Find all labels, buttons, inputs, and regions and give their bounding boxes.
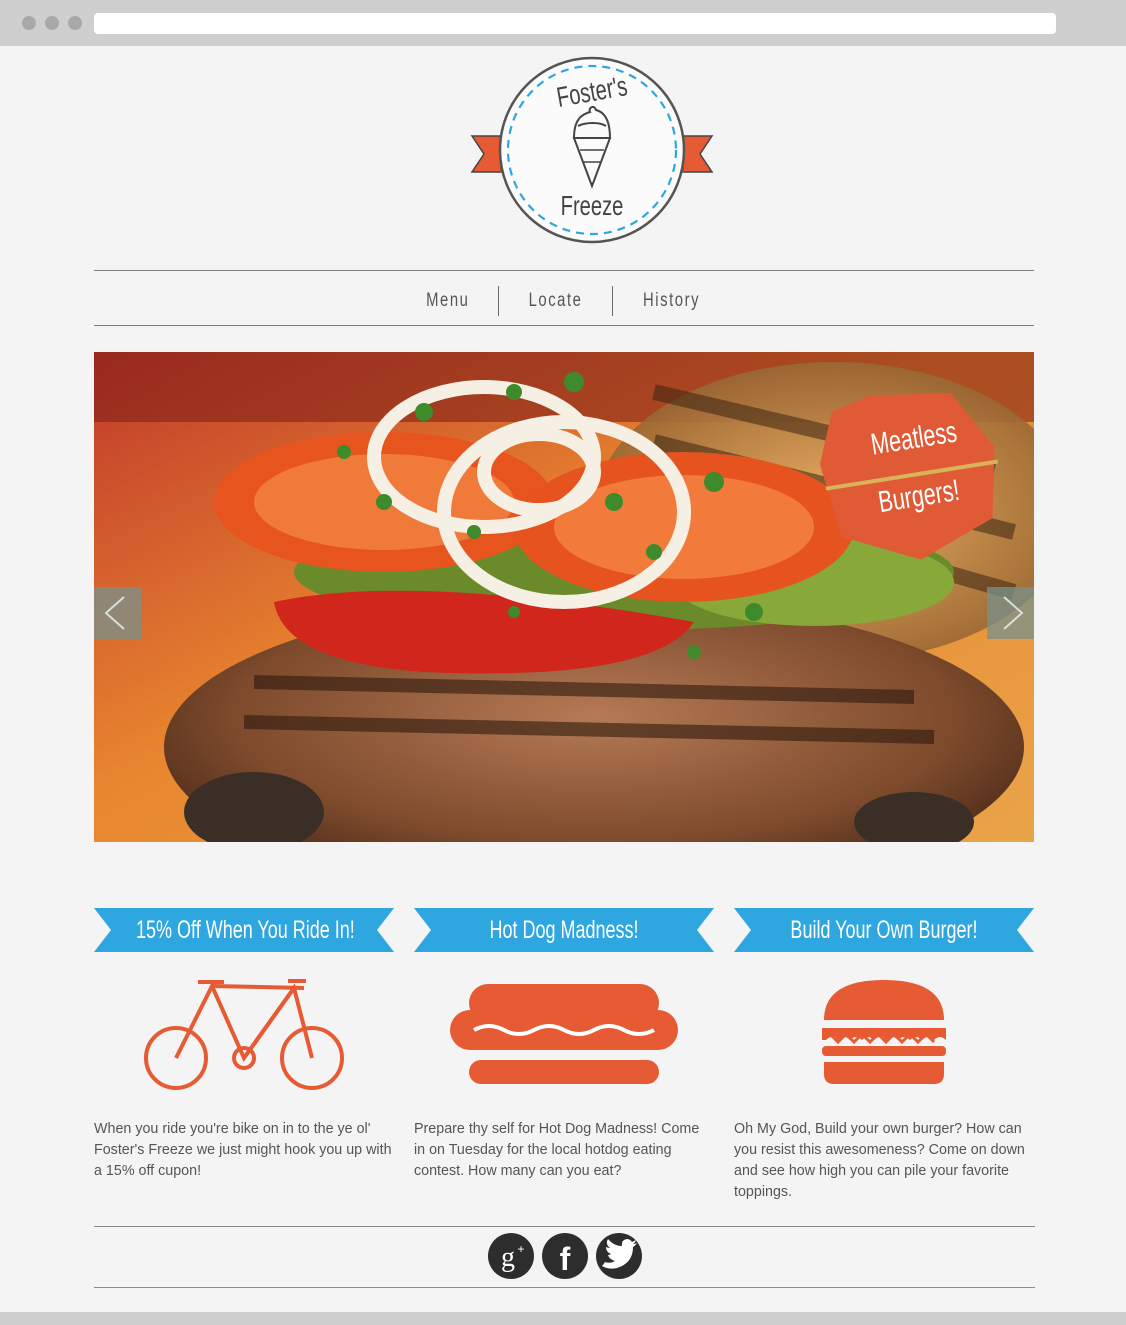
nav-divider — [611, 286, 613, 316]
feature-description: Oh My God, Build your own burger? How ca… — [734, 1121, 1025, 1200]
bicycle-icon — [144, 979, 344, 1090]
google-plus-icon: g + — [501, 1242, 525, 1273]
chevron-right-icon — [1003, 596, 1024, 630]
hero-slider: Meatless Burgers! — [94, 352, 1034, 842]
window-minimize-dot[interactable] — [45, 16, 59, 30]
site-logo[interactable]: Foster's Freeze — [470, 56, 714, 246]
burger-icon — [822, 980, 946, 1084]
feature-ribbon: Build Your Own Burger! — [734, 908, 1034, 952]
feature-bike: 15% Off When You Ride In! When you ride … — [94, 908, 394, 1179]
svg-text:+: + — [517, 1242, 524, 1256]
feature-title: Hot Dog Madness! — [489, 916, 639, 944]
chevron-left-icon — [104, 596, 125, 630]
svg-text:f: f — [560, 1241, 571, 1277]
feature-hotdog: Hot Dog Madness! Prepare thy self for Ho… — [414, 908, 714, 1179]
twitter-icon — [602, 1239, 637, 1269]
logo-text-bottom: Freeze — [560, 190, 624, 221]
twitter-button[interactable] — [596, 1233, 642, 1279]
nav-item-menu[interactable]: Menu — [409, 290, 487, 312]
feature-title: 15% Off When You Ride In! — [136, 916, 355, 944]
feature-ribbon: Hot Dog Madness! — [414, 908, 714, 952]
feature-ribbon: 15% Off When You Ride In! — [94, 908, 394, 952]
feature-title: Build Your Own Burger! — [790, 916, 978, 944]
slider-next-button[interactable] — [987, 587, 1034, 639]
browser-toolbar — [0, 0, 1126, 46]
hot-dog-icon — [450, 984, 678, 1084]
facebook-icon: f — [560, 1241, 571, 1277]
feature-burger: Build Your Own Burger! Oh My God, Build … — [734, 908, 1034, 1200]
nav-item-history[interactable]: History — [626, 290, 717, 312]
feature-description: Prepare thy self for Hot Dog Madness! Co… — [414, 1121, 700, 1179]
nav-top-rule — [94, 270, 1034, 271]
window-close-dot[interactable] — [22, 16, 36, 30]
slider-prev-button[interactable] — [94, 587, 141, 639]
footer-bottom-rule — [94, 1287, 1035, 1288]
google-plus-button[interactable]: g + — [488, 1233, 534, 1279]
svg-text:g: g — [501, 1242, 515, 1273]
main-nav: Menu Locate History — [94, 283, 1034, 319]
address-bar[interactable] — [94, 13, 1056, 34]
browser-bottom-bar — [0, 1312, 1126, 1325]
facebook-button[interactable]: f — [542, 1233, 588, 1279]
feature-description: When you ride you're bike on in to the y… — [94, 1121, 392, 1179]
footer-top-rule — [94, 1226, 1035, 1227]
nav-item-locate[interactable]: Locate — [511, 290, 599, 312]
nav-divider — [497, 286, 499, 316]
window-maximize-dot[interactable] — [68, 16, 82, 30]
nav-bottom-rule — [94, 325, 1034, 326]
